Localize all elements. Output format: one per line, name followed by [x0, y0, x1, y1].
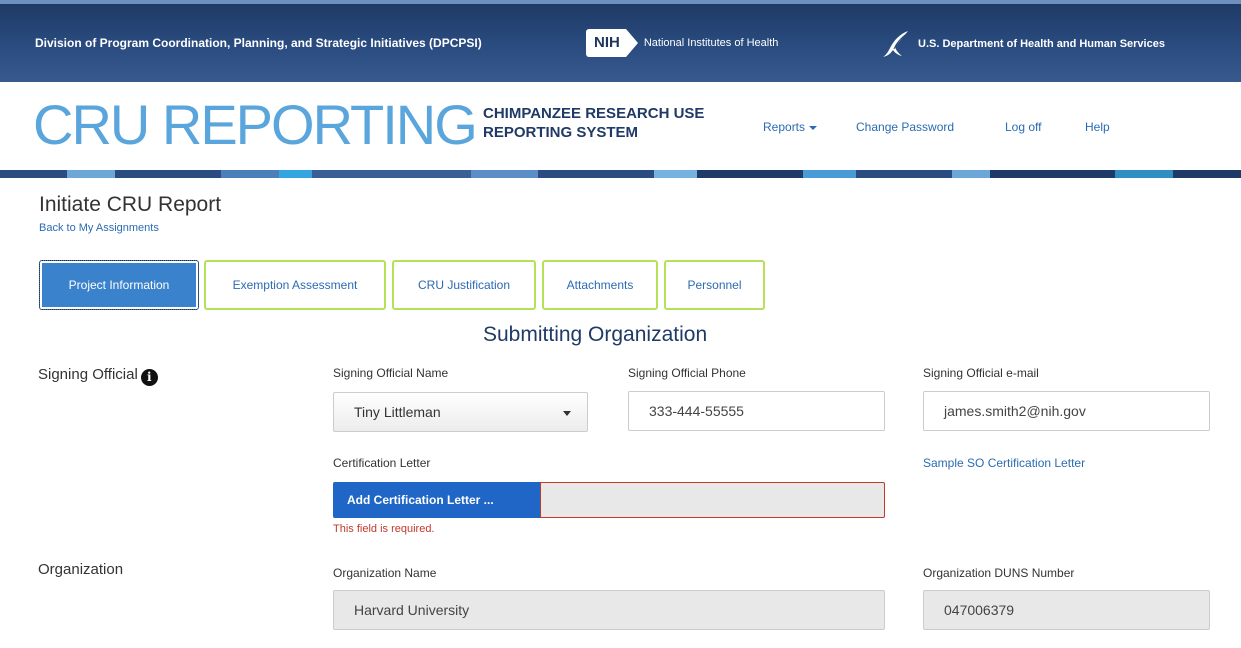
stripe-segment [696, 170, 803, 178]
stripe-segment [855, 170, 952, 178]
stripe-segment [538, 170, 654, 178]
so-name-select[interactable]: Tiny Littleman [333, 392, 588, 432]
chevron-down-icon [809, 125, 818, 130]
stripe-segment [1115, 170, 1173, 178]
tab-cru-justification[interactable]: CRU Justification [392, 260, 536, 310]
organization-label: Organization [38, 561, 124, 578]
chevron-down-icon [563, 411, 571, 416]
stripe-segment [67, 170, 116, 178]
signing-official-label: Signing Official i [38, 366, 158, 386]
nav-change-password[interactable]: Change Password [856, 120, 954, 134]
stripe-segment [1172, 170, 1241, 178]
page-title: Initiate CRU Report [39, 193, 222, 216]
signing-official-text: Signing Official [38, 366, 138, 383]
nav-log-off[interactable]: Log off [1005, 120, 1041, 134]
stripe-segment [951, 170, 991, 178]
so-name-label: Signing Official Name [333, 366, 449, 380]
stripe-segment [0, 170, 68, 178]
cert-letter-label: Certification Letter [333, 456, 431, 470]
org-name-field: Harvard University [333, 590, 885, 630]
stripe-segment [115, 170, 222, 178]
brand-logo[interactable]: CRU REPORTING [33, 90, 478, 160]
so-name-value: Tiny Littleman [354, 404, 441, 420]
top-banner: Division of Program Coordination, Planni… [0, 0, 1241, 82]
org-name-label: Organization Name [333, 566, 437, 580]
tab-exemption-assessment[interactable]: Exemption Assessment [204, 260, 386, 310]
cert-letter-error: This field is required. [333, 523, 435, 535]
section-title: Submitting Organization [483, 323, 708, 346]
hhs-eagle-icon [883, 31, 908, 57]
division-title: Division of Program Coordination, Planni… [35, 36, 482, 50]
hhs-logo[interactable]: U.S. Department of Health and Human Serv… [880, 28, 1165, 60]
nih-abbrev: NIH [586, 29, 638, 57]
stripe-segment [471, 170, 539, 178]
tab-personnel[interactable]: Personnel [664, 260, 765, 310]
stripe-segment [221, 170, 279, 178]
cert-letter-file-field[interactable] [540, 482, 885, 518]
nih-logo[interactable]: NIH National Institutes of Health [586, 28, 778, 58]
subtitle-line-1: CHIMPANZEE RESEARCH USE [483, 105, 705, 122]
stripe-segment [312, 170, 471, 178]
back-to-assignments-link[interactable]: Back to My Assignments [39, 222, 159, 234]
nav-reports-label: Reports [763, 120, 806, 134]
sample-so-certification-letter-link[interactable]: Sample SO Certification Letter [923, 456, 1085, 470]
org-duns-label: Organization DUNS Number [923, 566, 1075, 580]
so-phone-input[interactable]: 333-444-55555 [628, 391, 885, 431]
stripe-segment [653, 170, 697, 178]
tab-project-information[interactable]: Project Information [39, 260, 199, 310]
hhs-name: U.S. Department of Health and Human Serv… [918, 38, 1165, 50]
nav-reports-dropdown[interactable]: Reports [763, 120, 818, 134]
nih-name: National Institutes of Health [643, 37, 779, 49]
so-email-input[interactable]: james.smith2@nih.gov [923, 391, 1210, 431]
add-certification-letter-button[interactable]: Add Certification Letter ... [333, 482, 540, 518]
stripe-segment [990, 170, 1116, 178]
info-icon[interactable]: i [140, 368, 158, 386]
subtitle-line-2: REPORTING SYSTEM [483, 124, 639, 141]
tab-attachments[interactable]: Attachments [542, 260, 658, 310]
header-stripe [0, 170, 1241, 178]
system-subtitle: CHIMPANZEE RESEARCH USE REPORTING SYSTEM [483, 104, 753, 142]
stripe-segment [278, 170, 313, 178]
so-phone-label: Signing Official Phone [628, 366, 746, 380]
nav-help[interactable]: Help [1085, 120, 1110, 134]
org-duns-field: 047006379 [923, 590, 1210, 630]
stripe-segment [802, 170, 856, 178]
so-email-label: Signing Official e-mail [923, 366, 1039, 380]
